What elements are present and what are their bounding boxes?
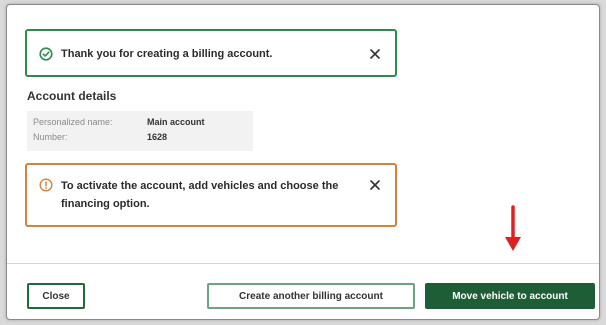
check-circle-icon — [39, 47, 53, 61]
warning-alert-message: To activate the account, add vehicles an… — [61, 180, 339, 210]
detail-value: 1628 — [147, 132, 168, 142]
detail-value: Main account — [147, 117, 205, 127]
success-alert: Thank you for creating a billing account… — [25, 29, 397, 77]
close-button[interactable]: Close — [27, 283, 85, 309]
arrow-down-icon — [505, 205, 521, 251]
success-alert-message: Thank you for creating a billing account… — [61, 48, 273, 60]
detail-row-number: Number: 1628 — [33, 130, 247, 145]
success-alert-close-icon[interactable] — [367, 46, 383, 62]
info-circle-icon — [39, 178, 53, 192]
detail-row-name: Personalized name: Main account — [33, 115, 247, 130]
move-vehicle-to-account-button[interactable]: Move vehicle to account — [425, 283, 595, 309]
detail-label: Personalized name: — [33, 117, 113, 127]
warning-alert-close-icon[interactable] — [367, 177, 383, 193]
create-another-billing-account-button[interactable]: Create another billing account — [207, 283, 415, 309]
account-details-box: Personalized name: Main account Number: … — [27, 111, 253, 151]
billing-account-dialog: Thank you for creating a billing account… — [6, 4, 600, 320]
section-title: Account details — [27, 89, 117, 103]
detail-label: Number: — [33, 132, 68, 142]
footer-divider — [7, 263, 599, 264]
warning-alert: To activate the account, add vehicles an… — [25, 163, 397, 227]
